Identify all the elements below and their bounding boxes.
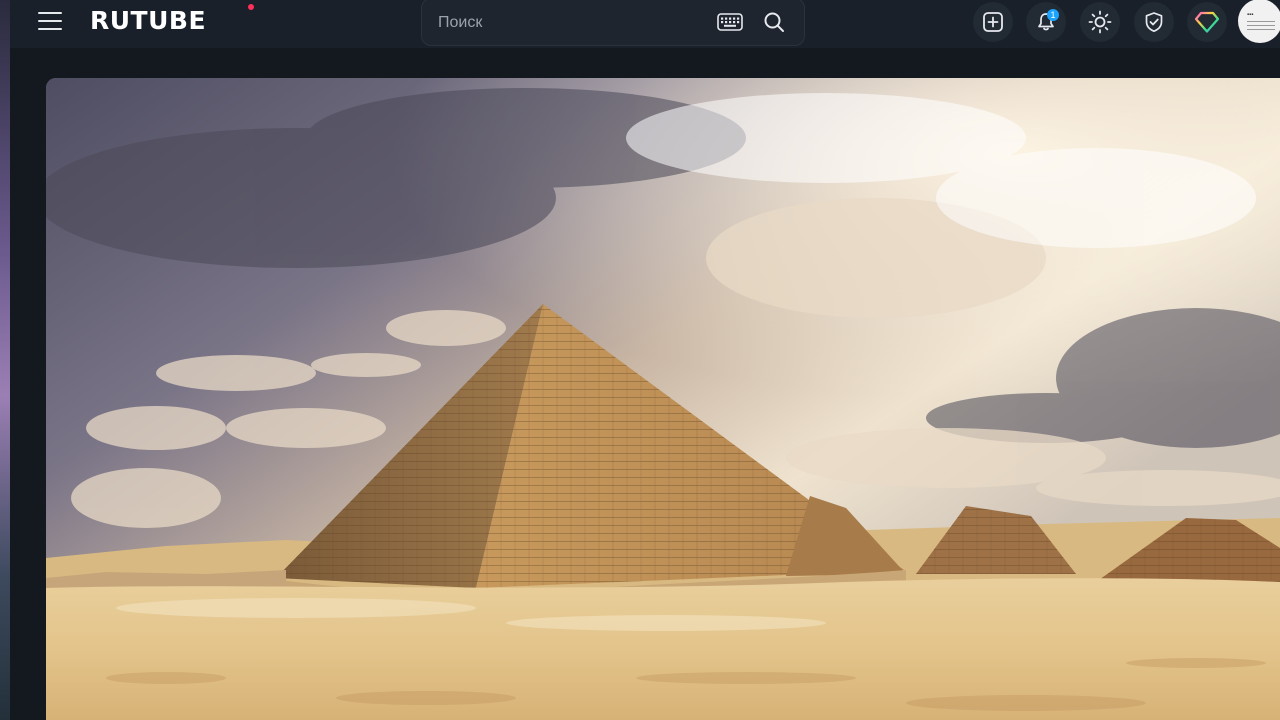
premium-button[interactable] (1187, 2, 1227, 42)
add-video-icon (983, 12, 1003, 32)
rutube-logo[interactable]: RUTUBE (90, 5, 206, 35)
user-avatar[interactable]: ▪▪▪ (1238, 0, 1280, 43)
video-frame-pyramids (46, 78, 1280, 720)
notifications-button[interactable]: 1 (1026, 2, 1066, 42)
theme-toggle-button[interactable] (1080, 2, 1120, 42)
menu-button[interactable] (28, 8, 72, 34)
search-box (421, 0, 805, 46)
diamond-icon (1195, 11, 1219, 33)
search-button[interactable] (760, 8, 788, 36)
notification-count-badge: 1 (1047, 9, 1059, 21)
search-input[interactable] (436, 7, 710, 39)
keyboard-icon (717, 13, 743, 31)
search-icon (764, 12, 784, 32)
keyboard-button[interactable] (716, 8, 744, 36)
avatar-mark: ▪▪▪ (1247, 12, 1254, 18)
browser-side-panel (0, 0, 10, 720)
logo-accent-dot (248, 4, 254, 10)
hamburger-menu-icon (38, 12, 62, 14)
shield-check-icon (1145, 12, 1163, 33)
upload-button[interactable] (973, 2, 1013, 42)
avatar-decoration (1247, 21, 1275, 33)
top-header: RUTUBE Поиск 1 ▪▪▪ (10, 0, 1280, 48)
hamburger-menu-icon-line (38, 20, 62, 22)
shield-button[interactable] (1134, 2, 1174, 42)
hamburger-menu-icon-line (38, 28, 62, 30)
sun-icon (1088, 10, 1112, 34)
video-player[interactable] (46, 78, 1280, 720)
rutube-app: RUTUBE Поиск 1 ▪▪▪ (10, 0, 1280, 720)
